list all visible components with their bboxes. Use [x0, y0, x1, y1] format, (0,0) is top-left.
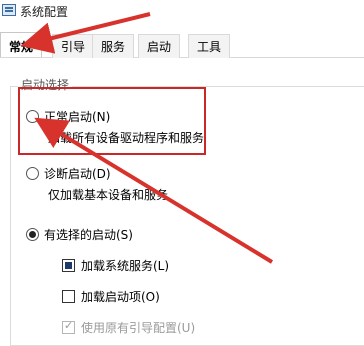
- use-original-boot-config-label: 使用原有引导配置(U): [81, 321, 196, 335]
- load-system-services-box[interactable]: [62, 259, 75, 272]
- selective-startup-radio[interactable]: 有选择的启动(S): [26, 226, 133, 243]
- tab-boot[interactable]: 引导: [52, 34, 95, 58]
- selective-startup-label: 有选择的启动(S): [44, 228, 133, 242]
- tab-strip: 常规 引导 服务 启动 工具: [0, 32, 364, 58]
- msconfig-icon: [2, 4, 16, 16]
- load-system-services-checkbox[interactable]: 加载系统服务(L): [62, 257, 169, 274]
- use-original-boot-config-box: [62, 319, 75, 334]
- tab-general[interactable]: 常规: [0, 32, 43, 57]
- diagnostic-startup-radio[interactable]: 诊断启动(D): [26, 165, 111, 182]
- diagnostic-startup-desc: 仅加载基本设备和服务: [48, 188, 169, 202]
- load-system-services-label: 加载系统服务(L): [81, 259, 170, 273]
- use-original-boot-config-checkbox: 使用原有引导配置(U): [62, 319, 195, 336]
- diagnostic-startup-radio-button[interactable]: [26, 167, 39, 180]
- selective-startup-radio-button[interactable]: [26, 228, 39, 241]
- load-startup-items-box[interactable]: [62, 290, 75, 303]
- tab-services[interactable]: 服务: [92, 34, 135, 58]
- title-bar: 系统配置: [0, 0, 364, 24]
- tab-startup[interactable]: 启动: [138, 34, 181, 58]
- tab-tools[interactable]: 工具: [188, 34, 231, 58]
- diagnostic-startup-label: 诊断启动(D): [44, 167, 111, 181]
- load-startup-items-checkbox[interactable]: 加载启动项(O): [62, 288, 160, 305]
- annotation-highlight-box: [18, 87, 206, 155]
- load-startup-items-label: 加载启动项(O): [81, 290, 160, 304]
- window-title: 系统配置: [20, 5, 69, 19]
